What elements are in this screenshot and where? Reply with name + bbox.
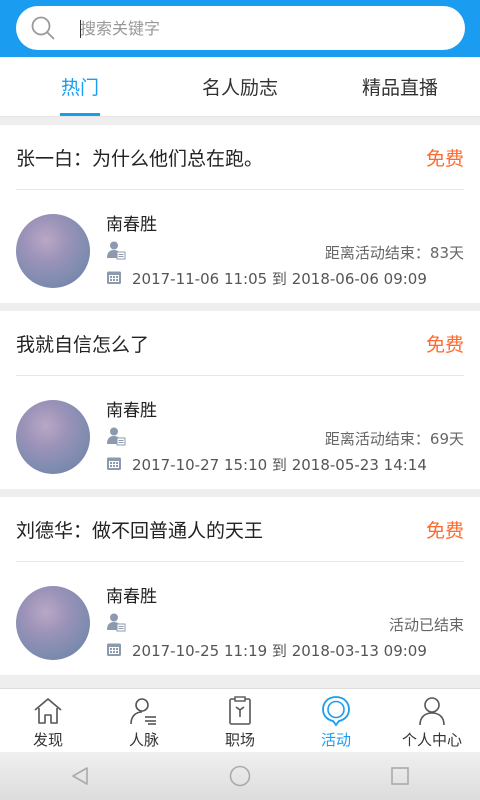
time-range: 2017-10-25 11:19 到 2018-03-13 09:09 <box>132 642 427 660</box>
activity-card[interactable]: 刘德华：做不回普通人的天王 免费 南春胜 活动已结束 2017-10-25 11… <box>0 497 480 675</box>
search-header <box>0 0 480 57</box>
activity-icon <box>322 696 350 727</box>
tab-premium-live[interactable]: 精品直播 <box>320 57 480 116</box>
workplace-icon <box>229 696 251 725</box>
speaker-name: 南春胜 <box>106 215 157 235</box>
activity-title: 刘德华：做不回普通人的天王 <box>16 519 264 542</box>
avatar <box>16 400 90 474</box>
nav-workplace[interactable]: 职场 <box>192 689 288 752</box>
activity-title: 张一白：为什么他们总在跑。 <box>16 147 264 170</box>
price-label: 免费 <box>425 519 464 542</box>
tab-celebrity-inspiration[interactable]: 名人励志 <box>160 57 320 116</box>
calendar-icon <box>107 457 121 470</box>
back-icon <box>72 767 88 785</box>
system-nav-bar <box>0 752 480 800</box>
back-button[interactable] <box>60 756 100 796</box>
nav-label: 职场 <box>224 731 255 749</box>
countdown-text: 活动已结束 <box>388 616 464 634</box>
activity-title: 我就自信怎么了 <box>16 333 150 356</box>
contacts-icon <box>130 698 156 725</box>
user-card-icon <box>107 241 126 260</box>
price-label: 免费 <box>425 147 464 170</box>
nav-label: 人脉 <box>128 731 159 749</box>
speaker-name: 南春胜 <box>106 587 157 607</box>
profile-icon <box>419 697 445 726</box>
activity-list[interactable]: 张一白：为什么他们总在跑。 免费 南春胜 距离活动结束：83天 2017-11-… <box>0 117 480 688</box>
nav-contacts[interactable]: 人脉 <box>96 689 192 752</box>
avatar <box>16 214 90 288</box>
activity-card[interactable]: 张一白：为什么他们总在跑。 免费 南春胜 距离活动结束：83天 2017-11-… <box>0 125 480 303</box>
countdown-text: 距离活动结束：69天 <box>324 430 464 448</box>
countdown-text: 距离活动结束：83天 <box>324 244 464 262</box>
recents-icon <box>391 767 409 785</box>
user-card-icon <box>107 613 126 632</box>
nav-profile[interactable]: 个人中心 <box>384 689 480 752</box>
circle-home-icon <box>229 765 251 787</box>
nav-activity[interactable]: 活动 <box>288 689 384 752</box>
nav-label: 发现 <box>32 731 63 749</box>
home-button[interactable] <box>220 756 260 796</box>
search-input[interactable] <box>80 12 450 44</box>
search-icon <box>31 16 55 40</box>
tab-hot[interactable]: 热门 <box>0 57 160 116</box>
search-box[interactable] <box>16 6 465 50</box>
bottom-nav: 发现 人脉 职场 活动 个人中心 <box>0 688 480 752</box>
nav-discover[interactable]: 发现 <box>0 689 96 752</box>
home-icon <box>34 698 62 724</box>
user-card-icon <box>107 427 126 446</box>
recents-button[interactable] <box>380 756 420 796</box>
calendar-icon <box>107 271 121 284</box>
category-tabs: 热门 名人励志 精品直播 <box>0 57 480 117</box>
time-range: 2017-10-27 15:10 到 2018-05-23 14:14 <box>132 456 427 474</box>
nav-label: 个人中心 <box>401 731 462 749</box>
avatar <box>16 586 90 660</box>
time-range: 2017-11-06 11:05 到 2018-06-06 09:09 <box>132 270 427 288</box>
nav-label: 活动 <box>320 731 351 749</box>
text-caret <box>80 20 81 38</box>
price-label: 免费 <box>425 333 464 356</box>
calendar-icon <box>107 643 121 656</box>
activity-card[interactable]: 我就自信怎么了 免费 南春胜 距离活动结束：69天 2017-10-27 15:… <box>0 311 480 489</box>
speaker-name: 南春胜 <box>106 401 157 421</box>
